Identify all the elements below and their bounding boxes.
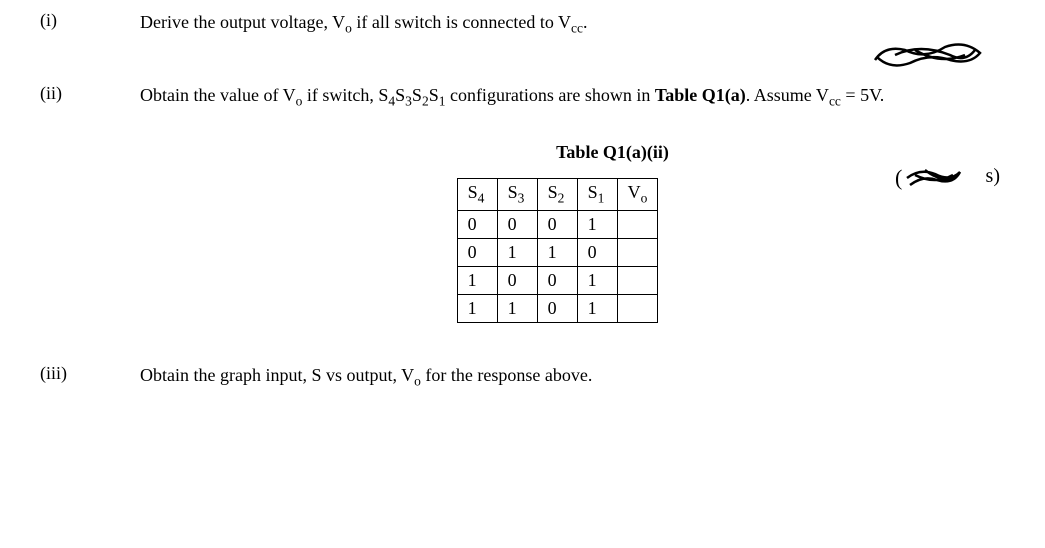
qii-text-part-1: if switch, S bbox=[302, 85, 388, 105]
question-iii-label: (iii) bbox=[40, 363, 140, 391]
qii-text-part-0: Obtain the value of V bbox=[140, 85, 296, 105]
cell-r1-s4: 0 bbox=[457, 238, 497, 266]
qii-text-part-7: = 5V. bbox=[841, 85, 884, 105]
table-row: 1 0 0 1 bbox=[457, 266, 658, 294]
header-s3-text: S bbox=[508, 182, 518, 202]
svg-text:(: ( bbox=[895, 165, 902, 190]
question-i: (i) Derive the output voltage, Vo if all… bbox=[40, 10, 1005, 38]
cell-r0-s1: 1 bbox=[577, 210, 617, 238]
question-ii: (ii) Obtain the value of Vo if switch, S… bbox=[40, 83, 1005, 111]
cell-r3-s3: 1 bbox=[497, 294, 537, 322]
data-table: S4 S3 S2 S1 Vo 0 0 0 1 0 1 1 0 bbox=[457, 178, 659, 323]
qii-sub-2: 3 bbox=[405, 94, 412, 109]
header-s3: S3 bbox=[497, 178, 537, 210]
header-s2-text: S bbox=[548, 182, 558, 202]
qii-text-part-4: S bbox=[429, 85, 439, 105]
cell-r0-s4: 0 bbox=[457, 210, 497, 238]
qi-text-part-2: . bbox=[583, 12, 588, 32]
question-i-label: (i) bbox=[40, 10, 140, 38]
scribble-mark-2: ( s) bbox=[895, 160, 995, 195]
cell-r3-s2: 0 bbox=[537, 294, 577, 322]
qiii-sub-0: o bbox=[414, 373, 421, 388]
header-s1-sub: 1 bbox=[598, 191, 605, 206]
qi-text-part-1: if all switch is connected to V bbox=[352, 12, 571, 32]
header-s4: S4 bbox=[457, 178, 497, 210]
cell-r1-s2: 1 bbox=[537, 238, 577, 266]
header-s4-text: S bbox=[468, 182, 478, 202]
cell-r2-s2: 0 bbox=[537, 266, 577, 294]
question-iii-text: Obtain the graph input, S vs output, Vo … bbox=[140, 363, 1005, 391]
cell-r0-s2: 0 bbox=[537, 210, 577, 238]
cell-r2-s1: 1 bbox=[577, 266, 617, 294]
table-row: 1 1 0 1 bbox=[457, 294, 658, 322]
qii-text-part-3: S bbox=[412, 85, 422, 105]
qii-text-part-2: S bbox=[395, 85, 405, 105]
header-vo: Vo bbox=[617, 178, 658, 210]
table-title: Table Q1(a)(ii) bbox=[220, 142, 1005, 163]
question-iii: (iii) Obtain the graph input, S vs outpu… bbox=[40, 363, 1005, 391]
cell-r3-vo bbox=[617, 294, 658, 322]
header-s4-sub: 4 bbox=[478, 191, 485, 206]
header-vo-sub: o bbox=[641, 191, 648, 206]
cell-r1-s3: 1 bbox=[497, 238, 537, 266]
marks-tail: s) bbox=[986, 165, 1000, 188]
cell-r1-s1: 0 bbox=[577, 238, 617, 266]
question-ii-label: (ii) bbox=[40, 83, 140, 111]
question-ii-text: Obtain the value of Vo if switch, S4S3S2… bbox=[140, 83, 1005, 111]
header-s1-text: S bbox=[588, 182, 598, 202]
cell-r0-vo bbox=[617, 210, 658, 238]
qiii-text-part-1: for the response above. bbox=[421, 365, 592, 385]
header-s2-sub: 2 bbox=[558, 191, 565, 206]
cell-r2-vo bbox=[617, 266, 658, 294]
scribble-mark-1 bbox=[865, 35, 995, 75]
cell-r2-s4: 1 bbox=[457, 266, 497, 294]
cell-r2-s3: 0 bbox=[497, 266, 537, 294]
qii-sub-5: cc bbox=[829, 94, 841, 109]
qii-text-part-6: . Assume V bbox=[746, 85, 829, 105]
qiii-text-part-0: Obtain the graph input, S vs output, V bbox=[140, 365, 414, 385]
qii-table-ref: Table Q1(a) bbox=[655, 85, 746, 105]
header-s3-sub: 3 bbox=[518, 191, 525, 206]
qi-text-part-0: Derive the output voltage, V bbox=[140, 12, 345, 32]
cell-r0-s3: 0 bbox=[497, 210, 537, 238]
table-row: 0 1 1 0 bbox=[457, 238, 658, 266]
header-s2: S2 bbox=[537, 178, 577, 210]
cell-r3-s4: 1 bbox=[457, 294, 497, 322]
table-row: 0 0 0 1 bbox=[457, 210, 658, 238]
header-vo-text: V bbox=[628, 182, 641, 202]
header-s1: S1 bbox=[577, 178, 617, 210]
table-container: S4 S3 S2 S1 Vo 0 0 0 1 0 1 1 0 bbox=[110, 178, 1005, 323]
qii-sub-3: 2 bbox=[422, 94, 429, 109]
table-header-row: S4 S3 S2 S1 Vo bbox=[457, 178, 658, 210]
cell-r3-s1: 1 bbox=[577, 294, 617, 322]
cell-r1-vo bbox=[617, 238, 658, 266]
qii-text-part-5: configurations are shown in bbox=[445, 85, 654, 105]
qi-subscript-1: cc bbox=[571, 21, 583, 36]
qi-subscript-0: o bbox=[345, 21, 352, 36]
